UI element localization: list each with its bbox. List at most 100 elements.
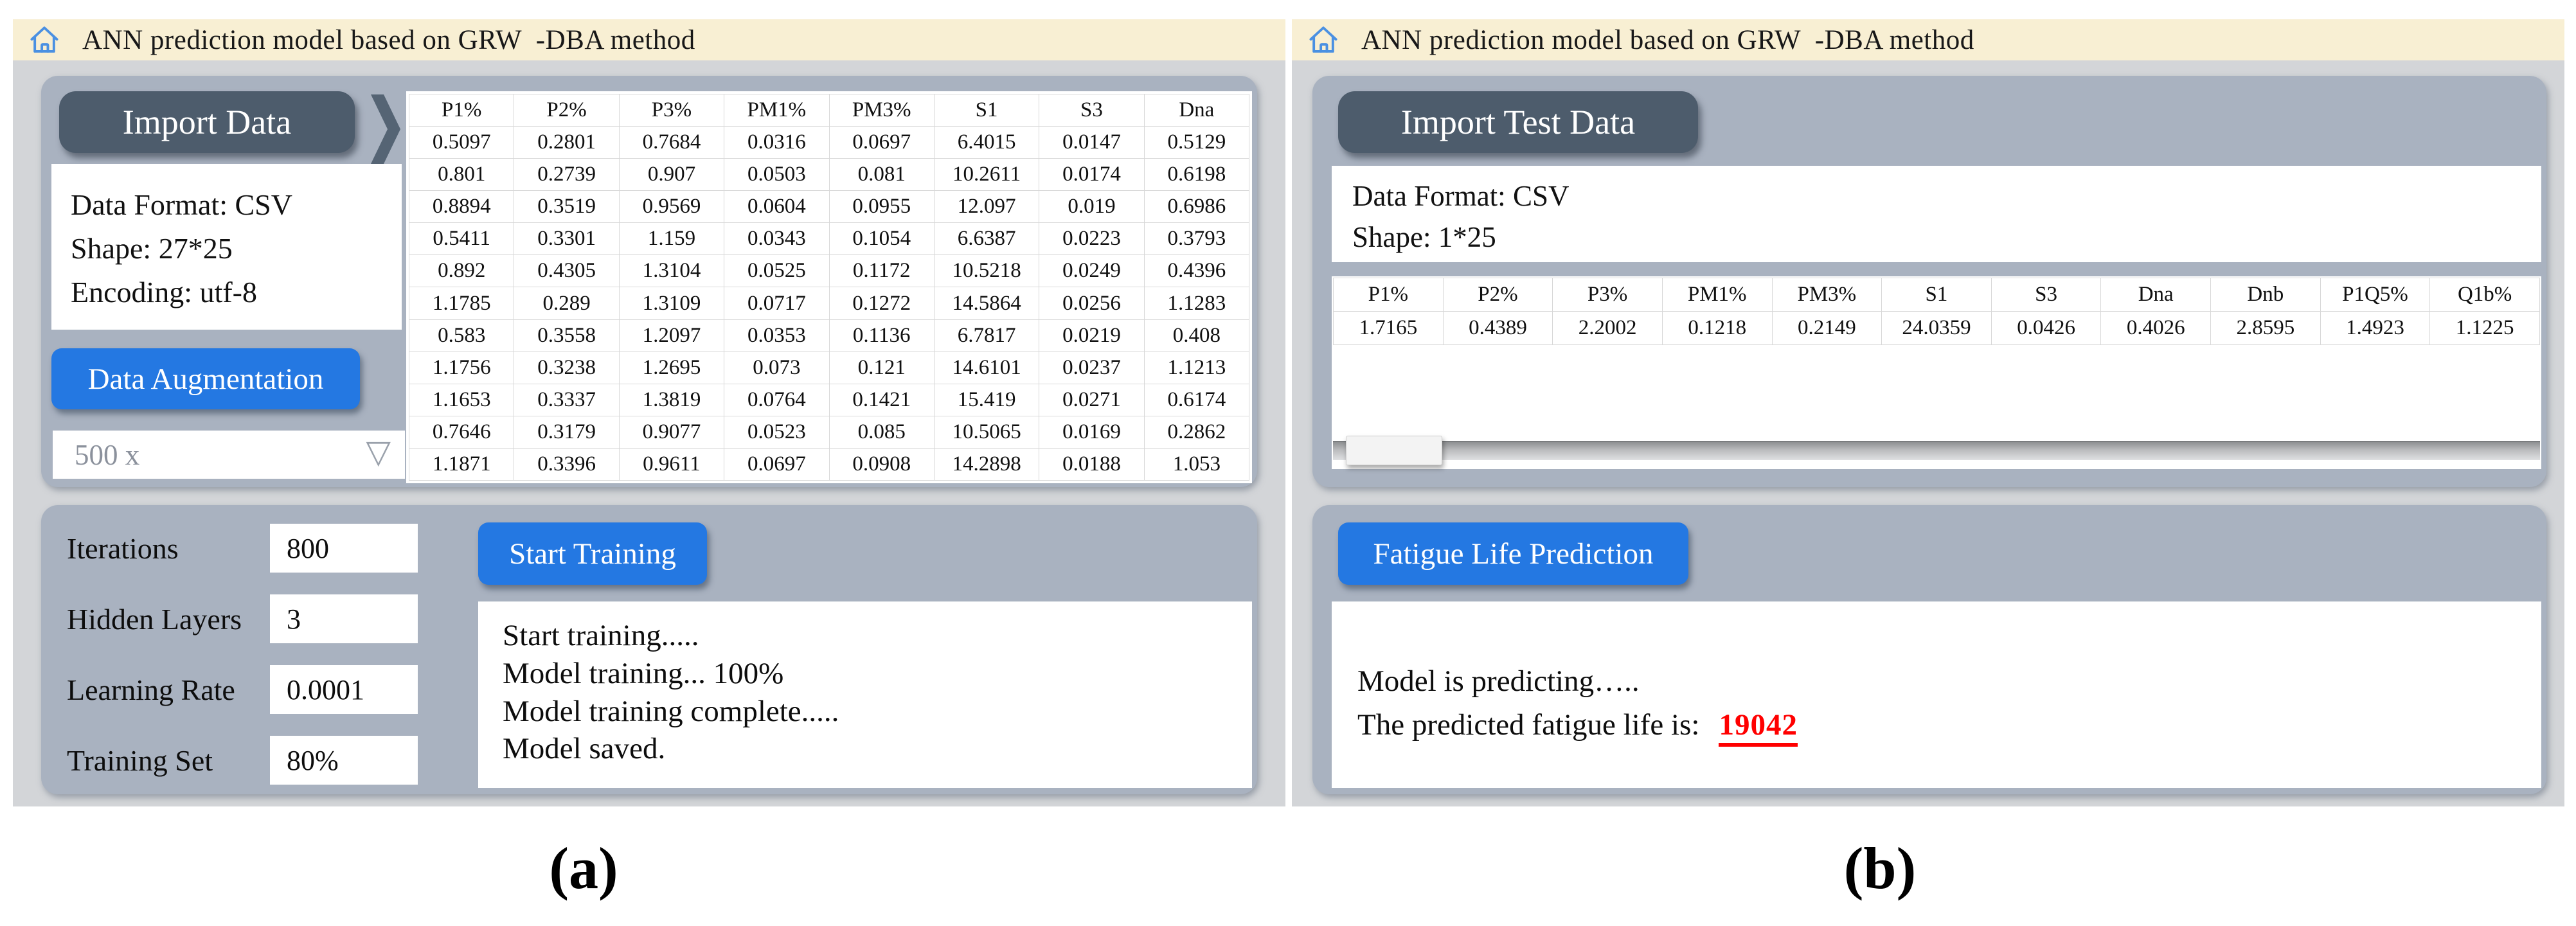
table-cell: 0.801: [408, 158, 515, 191]
info-line: Shape: 1*25: [1352, 220, 1496, 253]
import-data-button[interactable]: Import Data: [59, 91, 355, 153]
table-cell: 0.9077: [618, 415, 725, 449]
table-cell: 0.0237: [1039, 351, 1145, 384]
dataset-info-box: Data Format: CSV Shape: 27*25 Encoding: …: [51, 164, 402, 330]
table-cell: 0.0908: [828, 447, 935, 481]
table-cell: 0.0955: [828, 190, 935, 224]
table-cell: 0.0604: [724, 190, 830, 224]
table-cell: 0.4389: [1442, 311, 1553, 345]
table-cell: 0.0353: [724, 319, 830, 352]
table-cell: 0.3238: [514, 351, 620, 384]
table-cell: 6.6387: [933, 222, 1040, 256]
table-cell: 0.0764: [724, 383, 830, 416]
import-test-data-button[interactable]: Import Test Data: [1338, 91, 1698, 153]
table-row: 0.8894 0.3519 0.9569 0.0604 0.0955 12.097 0.01…: [408, 190, 1250, 224]
table-cell: 10.5218: [933, 254, 1040, 288]
table-cell: 0.2801: [514, 126, 620, 159]
prediction-result-label: The predicted fatigue life is:: [1357, 708, 1700, 742]
horizontal-scrollbar[interactable]: [1333, 436, 2540, 465]
table-cell: 0.583: [408, 319, 515, 352]
column-header: S1: [1881, 278, 1992, 312]
table-cell: 0.3337: [514, 383, 620, 416]
window-title: ANN prediction model based on GRW -DBA m…: [1361, 24, 1974, 55]
table-cell: 0.0174: [1039, 158, 1145, 191]
table-cell: 0.0219: [1039, 319, 1145, 352]
augment-multiplier-select[interactable]: 500 x ▽: [53, 431, 405, 479]
start-training-button[interactable]: Start Training: [478, 522, 707, 585]
column-header: Dna: [2100, 278, 2211, 312]
table-row: 0.892 0.4305 1.3104 0.0525 0.1172 10.5218 0.02…: [408, 254, 1250, 288]
table-cell: 0.0697: [724, 447, 830, 481]
table-cell: 0.5411: [408, 222, 515, 256]
table-cell: 0.0426: [1990, 311, 2102, 345]
augment-multiplier-value: 500 x: [75, 438, 140, 471]
data-augmentation-button[interactable]: Data Augmentation: [51, 348, 360, 409]
window-training: ANN prediction model based on GRW -DBA m…: [13, 19, 1285, 806]
test-data-table-container: P1% P2% P3% PM1% PM3% S1 S3 Dna Dnb P1Q5% Q1b% 1.71…: [1332, 276, 2541, 469]
table-cell: 0.892: [408, 254, 515, 288]
scrollbar-thumb[interactable]: [1346, 436, 1442, 465]
table-cell: 2.2002: [1552, 311, 1663, 345]
hidden-layers-input[interactable]: [270, 594, 418, 643]
iterations-input[interactable]: [270, 524, 418, 573]
table-cell: 14.2898: [933, 447, 1040, 481]
fatigue-life-prediction-button[interactable]: Fatigue Life Prediction: [1338, 522, 1688, 585]
table-cell: 0.085: [828, 415, 935, 449]
titlebar: ANN prediction model based on GRW -DBA m…: [1292, 19, 2564, 60]
learning-rate-input[interactable]: [270, 665, 418, 714]
table-cell: 0.289: [514, 287, 620, 320]
table-cell: 0.2149: [1771, 311, 1883, 345]
table-cell: 1.7165: [1333, 311, 1444, 345]
training-set-input[interactable]: [270, 736, 418, 785]
column-header: S3: [1039, 93, 1145, 127]
table-cell: 2.8595: [2210, 311, 2321, 345]
column-header: P2%: [514, 93, 620, 127]
table-cell: 1.3109: [618, 287, 725, 320]
column-header: P3%: [1552, 278, 1663, 312]
table-row: 1.1785 0.289 1.3109 0.0717 0.1272 14.5864 0.02…: [408, 287, 1250, 320]
table-cell: 0.7684: [618, 126, 725, 159]
table-header-row: P1% P2% P3% PM1% PM3% S1 S3 Dna: [408, 93, 1250, 127]
table-cell: 6.4015: [933, 126, 1040, 159]
table-cell: 0.0256: [1039, 287, 1145, 320]
prediction-panel: Fatigue Life Prediction Model is predict…: [1312, 505, 2546, 794]
table-header-row: P1% P2% P3% PM1% PM3% S1 S3 Dna Dnb P1Q5% Q1b%: [1333, 278, 2540, 312]
table-row: 1.1756 0.3238 1.2695 0.073 0.121 14.6101 0.023…: [408, 351, 1250, 384]
table-cell: 0.0169: [1039, 415, 1145, 449]
table-cell: 14.6101: [933, 351, 1040, 384]
table-cell: 0.3179: [514, 415, 620, 449]
table-row: 0.5411 0.3301 1.159 0.0343 0.1054 6.6387 0.022…: [408, 222, 1250, 256]
table-cell: 1.1225: [2429, 311, 2540, 345]
table-cell: 0.3793: [1143, 222, 1250, 256]
figure-label-b: (b): [1843, 835, 1917, 901]
arrow-right-icon: [371, 94, 400, 164]
table-cell: 1.1213: [1143, 351, 1250, 384]
column-header: P1%: [1333, 278, 1444, 312]
log-line: Model training... 100%: [503, 656, 784, 690]
table-cell: 0.5129: [1143, 126, 1250, 159]
table-cell: 0.3558: [514, 319, 620, 352]
table-row: 0.801 0.2739 0.907 0.0503 0.081 10.2611 0.0174…: [408, 158, 1250, 191]
table-cell: 0.9569: [618, 190, 725, 224]
table-cell: 0.0271: [1039, 383, 1145, 416]
table-cell: 1.1871: [408, 447, 515, 481]
table-row: 1.1653 0.3337 1.3819 0.0764 0.1421 15.419 0.02…: [408, 383, 1250, 416]
table-cell: 0.1421: [828, 383, 935, 416]
window-prediction: ANN prediction model based on GRW -DBA m…: [1292, 19, 2564, 806]
prediction-output: Model is predicting….. The predicted fat…: [1332, 601, 2541, 788]
table-cell: 0.1218: [1661, 311, 1773, 345]
table-cell: 0.1272: [828, 287, 935, 320]
table-cell: 0.0147: [1039, 126, 1145, 159]
titlebar: ANN prediction model based on GRW -DBA m…: [13, 19, 1285, 60]
column-header: Dnb: [2210, 278, 2321, 312]
home-icon[interactable]: [28, 24, 60, 56]
table-cell: 0.0223: [1039, 222, 1145, 256]
log-line: Model saved.: [503, 732, 666, 766]
table-cell: 0.4026: [2100, 311, 2211, 345]
column-header: PM3%: [828, 93, 935, 127]
table-cell: 0.0697: [828, 126, 935, 159]
home-icon[interactable]: [1307, 24, 1339, 56]
table-cell: 1.159: [618, 222, 725, 256]
table-cell: 1.1756: [408, 351, 515, 384]
column-header: P1%: [408, 93, 515, 127]
